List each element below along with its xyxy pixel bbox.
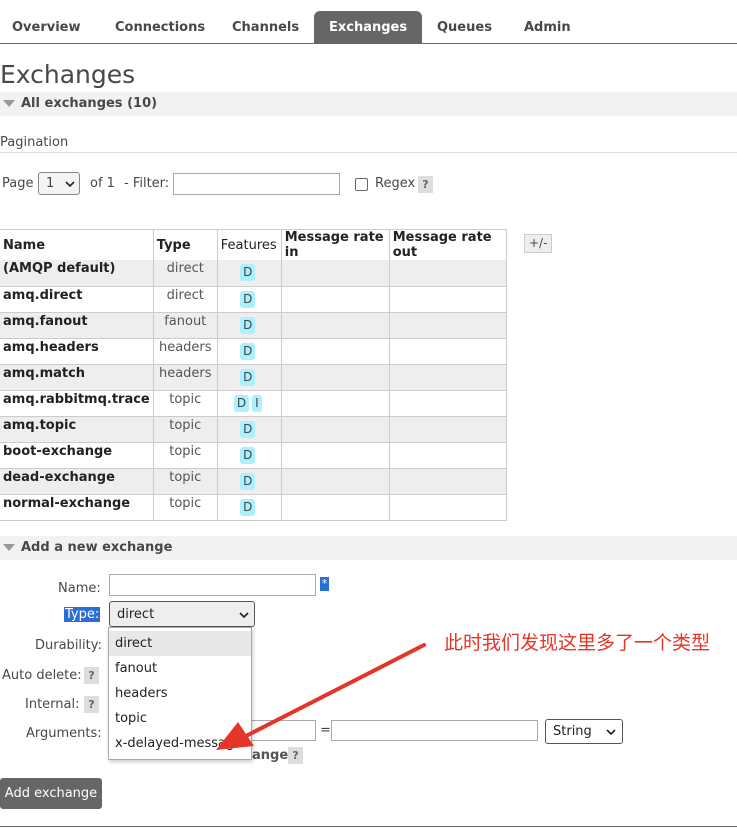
footer-rule — [0, 826, 737, 827]
annotation-arrow-icon — [216, 643, 426, 750]
